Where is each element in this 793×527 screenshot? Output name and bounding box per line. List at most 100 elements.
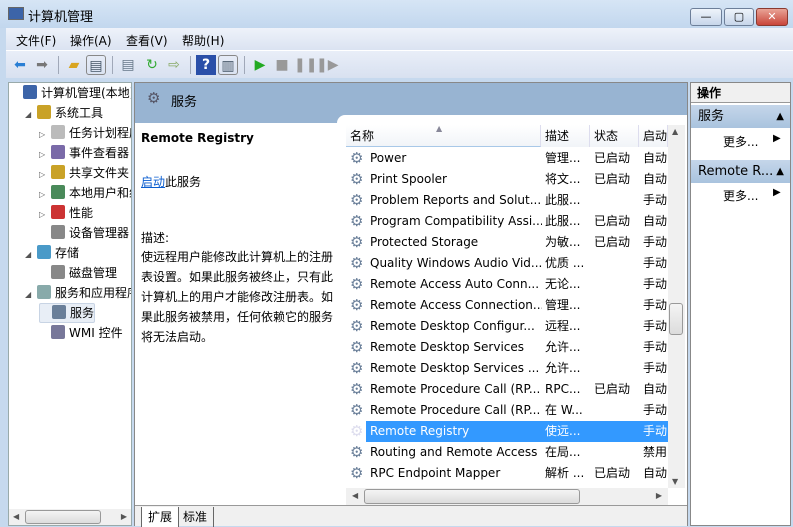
service-row[interactable]: ⚙ Remote Desktop Services ... 允许... 手动 [350,358,668,379]
pane-title: 服务 [171,95,198,110]
tree-item[interactable]: 磁盘管理 [39,263,117,283]
actions-section-remote-registry[interactable]: Remote R... ▲ [691,160,790,183]
actions-section-services[interactable]: 服务 ▲ [691,105,790,128]
back-icon[interactable]: ⬅ [10,55,30,75]
refresh-icon[interactable]: ↻ [142,55,162,75]
vertical-scroll-thumb[interactable] [669,303,683,335]
tree-item[interactable]: ▷ 性能 [39,203,93,223]
service-cell: 手动 [643,424,668,438]
computer-management-icon [8,7,24,20]
tree-item[interactable]: 计算机管理(本地) [11,83,131,103]
service-gear-icon: ⚙ [350,212,364,230]
actions-more-remote-registry[interactable]: 更多... ▶ [723,187,781,204]
menu-action[interactable]: 操作(A) [70,32,112,49]
tab-extended[interactable]: 扩展 [141,507,180,527]
services-list: 名称 ▲ 描述 状态 启动 ⚙ Power 管理... 已启动 自动 ⚙ Print Spoo… [346,123,687,506]
column-name[interactable]: 名称 ▲ [346,124,541,147]
up-folder-icon[interactable]: ▰ [64,55,84,75]
expand-toggle-icon[interactable]: ▷ [39,125,51,145]
tree-item[interactable]: WMI 控件 [39,323,123,343]
actions-more-services[interactable]: 更多... ▶ [723,133,781,150]
service-row[interactable]: ⚙ Remote Access Auto Conn... 无论... 手动 [350,274,668,295]
expand-toggle-icon[interactable]: ◢ [25,285,37,305]
service-row[interactable]: ⚙ Power 管理... 已启动 自动 [350,148,668,169]
service-row[interactable]: ⚙ Remote Access Connection... 管理... 手动 [350,295,668,316]
service-row[interactable]: ⚙ Program Compatibility Assi... 此服... 已启动 自动 [350,211,668,232]
expand-toggle-icon[interactable]: ▷ [39,145,51,165]
service-cell: Remote Registry [370,424,470,438]
service-row[interactable]: ⚙ Remote Desktop Configur... 远程... 手动 [350,316,668,337]
tree-item[interactable]: ◢ 系统工具 [25,103,103,123]
maximize-button[interactable]: ▢ [724,8,754,26]
tree-item[interactable]: ▷ 本地用户和组 [39,183,131,205]
service-cell: Remote Access Auto Conn... [370,277,540,291]
tree-item[interactable]: 服务 [39,303,96,323]
tree-node-icon [51,325,65,339]
show-tree-icon[interactable]: ▤ [86,55,106,75]
service-row[interactable]: ⚙ Remote Procedure Call (RP... RPC... 已启动 自动 [350,379,668,400]
action-pane-icon[interactable]: ▥ [218,55,238,75]
service-cell: 自动 [643,214,668,228]
properties-icon[interactable]: ▤ [118,55,138,75]
start-service-link[interactable]: 启动 [141,175,165,189]
tree-node-icon [37,285,51,299]
service-row[interactable]: ⚙ Quality Windows Audio Vid... 优质 ... 手动 [350,253,668,274]
service-gear-icon: ⚙ [350,170,364,188]
service-cell: Remote Procedure Call (RP... [370,382,541,396]
tree-item[interactable]: ▷ 任务计划程序 [39,123,131,145]
service-row[interactable]: ⚙ Remote Registry 使远... 手动 [350,421,668,442]
expand-toggle-icon[interactable]: ▷ [39,185,51,205]
service-cell: 此服... [545,193,581,207]
resume-icon[interactable]: ❚▶ [316,55,339,75]
expand-toggle-icon[interactable]: ◢ [25,245,37,265]
tab-standard[interactable]: 标准 [177,507,215,527]
service-row[interactable]: ⚙ Remote Procedure Call (RP... 在 W... 手动 [350,400,668,421]
service-cell: Remote Procedure Call (RP... [370,403,541,417]
menu-help[interactable]: 帮助(H) [182,32,224,49]
horizontal-scroll-thumb[interactable] [364,489,580,504]
tree-item-label: WMI 控件 [69,326,123,340]
start-service-suffix: 此服务 [165,175,202,189]
tree-item-label: 存储 [55,246,80,260]
service-cell: 自动 [643,151,668,165]
start-icon[interactable]: ▶ [250,55,270,75]
column-description[interactable]: 描述 [541,125,590,147]
service-row[interactable]: ⚙ RPC Endpoint Mapper 解析 ... 已启动 自动 [350,463,668,484]
tree-item[interactable]: ▷ 事件查看器 [39,143,129,163]
menu-bar: 文件(F) 操作(A) 查看(V) 帮助(H) [6,28,793,50]
pause-icon[interactable]: ❚❚ [294,55,317,75]
expand-toggle-icon[interactable]: ▷ [39,205,51,225]
horizontal-scrollbar[interactable]: ◀ ▶ [346,488,668,505]
service-cell: 优质 ... [545,256,585,270]
tree-node-icon [51,145,65,159]
tree-item[interactable]: ▷ 共享文件夹 [39,163,129,183]
tree-horizontal-scrollbar[interactable]: ◀ ▶ [9,509,131,525]
service-gear-icon: ⚙ [350,338,364,356]
expand-toggle-icon[interactable]: ▷ [39,165,51,185]
tree-item[interactable]: ◢ 存储 [25,243,79,263]
tree-item[interactable]: ◢ 服务和应用程序 [25,283,131,305]
tree-item[interactable]: 设备管理器 [39,223,129,243]
service-cell: 为敏... [545,235,581,249]
service-row[interactable]: ⚙ Print Spooler 将文... 已启动 自动 [350,169,668,190]
menu-view[interactable]: 查看(V) [126,32,168,49]
forward-icon[interactable]: ➡ [32,55,52,75]
service-cell: Print Spooler [370,172,447,186]
menu-file[interactable]: 文件(F) [16,32,56,49]
help-icon[interactable]: ? [196,55,216,75]
expand-toggle-icon[interactable]: ◢ [25,105,37,125]
service-row[interactable]: ⚙ Remote Desktop Services 允许... 手动 [350,337,668,358]
service-cell: Remote Access Connection... [370,298,542,312]
column-status[interactable]: 状态 [590,125,639,147]
minimize-button[interactable]: — [690,8,722,26]
service-row[interactable]: ⚙ Protected Storage 为敏... 已启动 手动 [350,232,668,253]
service-row[interactable]: ⚙ Routing and Remote Access 在局... 禁用 [350,442,668,463]
vertical-scrollbar[interactable]: ▲ ▼ [668,125,685,488]
export-icon[interactable]: ⇨ [164,55,184,75]
stop-icon[interactable]: ■ [272,55,292,75]
service-row[interactable]: ⚙ Problem Reports and Solut... 此服... 手动 [350,190,668,211]
service-gear-icon: ⚙ [350,149,364,167]
column-startup[interactable]: 启动 [639,125,668,147]
service-cell: 将文... [545,172,581,186]
close-button[interactable]: ✕ [756,8,788,26]
